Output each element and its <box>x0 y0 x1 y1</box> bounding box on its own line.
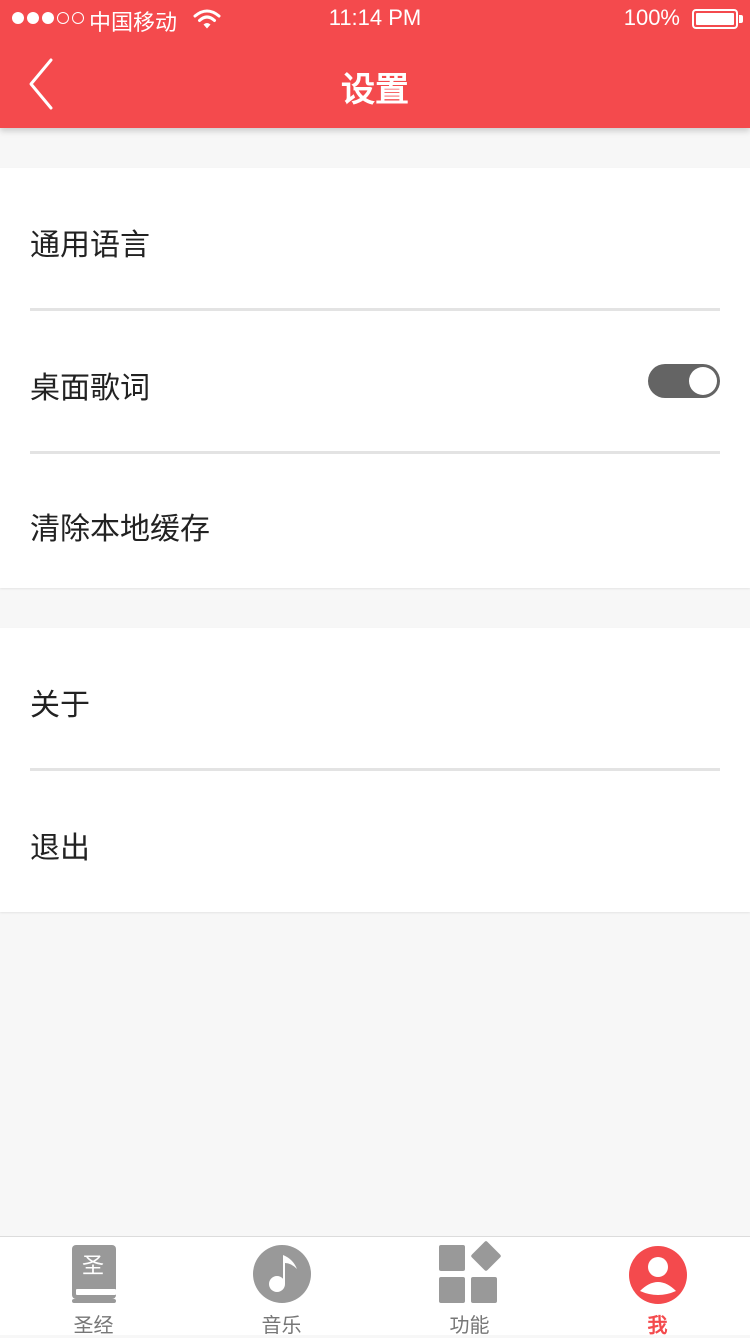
settings-item-logout[interactable]: 退出 <box>30 771 720 912</box>
app-header: 中国移动 11:14 PM 100% 设置 <box>0 0 750 128</box>
settings-item-clear-cache[interactable]: 清除本地缓存 <box>30 454 720 588</box>
settings-item-desktop-lyrics[interactable]: 桌面歌词 <box>30 311 720 451</box>
settings-item-label: 退出 <box>30 831 90 866</box>
desktop-lyrics-toggle[interactable] <box>648 364 720 398</box>
toggle-knob <box>689 367 717 395</box>
settings-group-general: 通用语言 桌面歌词 清除本地缓存 <box>0 168 750 588</box>
settings-item-label: 通用语言 <box>30 228 150 263</box>
tab-bar: 圣 圣经 音乐 功能 我 <box>0 1236 750 1337</box>
settings-item-language[interactable]: 通用语言 <box>30 168 720 308</box>
profile-icon <box>628 1246 687 1304</box>
settings-group-other: 关于 退出 <box>0 628 750 912</box>
page-title: 设置 <box>341 70 409 110</box>
battery-percentage: 100% <box>623 5 680 30</box>
tab-bible[interactable]: 圣 圣经 <box>0 1237 187 1337</box>
settings-item-label: 关于 <box>30 688 90 723</box>
bible-icon-text: 圣 <box>81 1254 103 1279</box>
battery-icon <box>692 9 738 29</box>
battery-cap <box>739 15 743 23</box>
music-note-icon <box>252 1245 311 1303</box>
settings-item-about[interactable]: 关于 <box>30 628 720 768</box>
status-bar: 中国移动 11:14 PM 100% <box>0 0 750 40</box>
features-grid-icon <box>438 1241 501 1303</box>
tab-music[interactable]: 音乐 <box>188 1237 375 1337</box>
tab-me[interactable]: 我 <box>564 1237 750 1337</box>
tab-features[interactable]: 功能 <box>376 1237 563 1337</box>
settings-item-label: 清除本地缓存 <box>30 512 210 547</box>
settings-item-label: 桌面歌词 <box>30 371 150 406</box>
bible-book-icon: 圣 <box>71 1245 116 1303</box>
